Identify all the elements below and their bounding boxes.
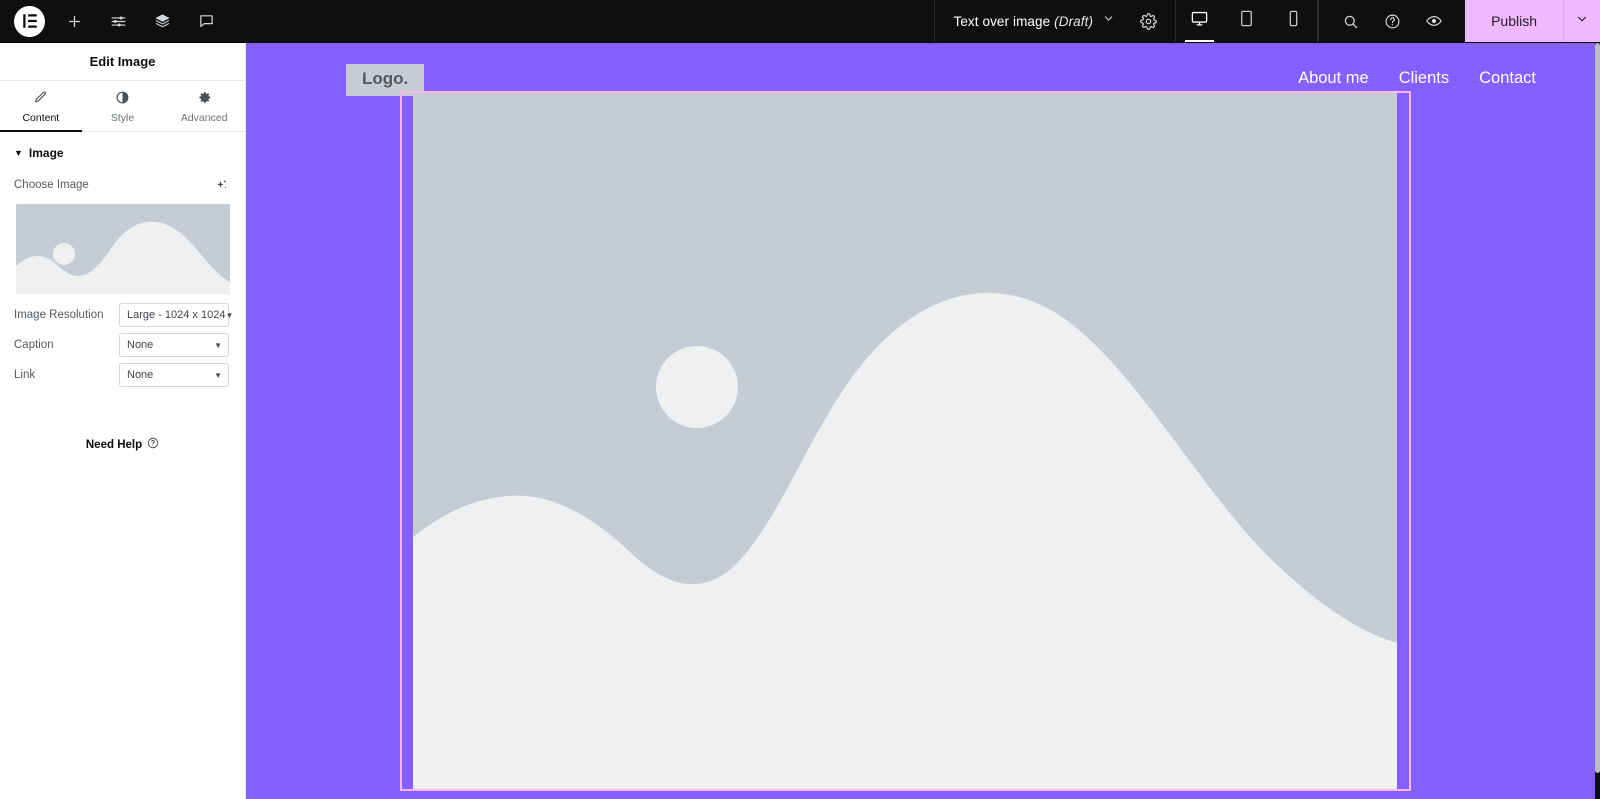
tab-content-label: Content (22, 112, 60, 124)
panel-tabs: Content Style Advanced (0, 81, 245, 132)
top-bar: Text over image (Draft) Publish (0, 0, 1600, 43)
search-icon[interactable] (1335, 6, 1365, 36)
tab-style[interactable]: Style (82, 81, 164, 131)
top-bar-center-group: Text over image (Draft) (934, 0, 1319, 42)
control-caption: Caption None ▼ (0, 330, 245, 360)
top-bar-right-group: Publish (1318, 0, 1600, 42)
caption-value: None (127, 339, 154, 351)
image-resolution-label: Image Resolution (14, 309, 104, 321)
caret-down-icon: ▼ (14, 147, 23, 158)
gear-icon (163, 90, 245, 107)
control-image-resolution: Image Resolution Large - 1024 x 1024 ▼ (0, 300, 245, 330)
section-image-header[interactable]: ▼ Image (0, 132, 245, 170)
tab-advanced-label: Advanced (180, 112, 228, 124)
image-resolution-value: Large - 1024 x 1024 (127, 309, 226, 321)
device-mobile-button[interactable] (1270, 0, 1317, 42)
elementor-editor: Text over image (Draft) Publish Edit Ima… (0, 0, 1600, 799)
chevron-down-icon: ▼ (225, 310, 234, 320)
publish-button[interactable]: Publish (1465, 0, 1563, 42)
add-element-icon[interactable] (59, 6, 89, 36)
editor-panel: Edit Image Content Style Advanced ▼ Imag… (0, 43, 246, 799)
top-bar-left-group (0, 0, 221, 42)
section-image-title: Image (28, 146, 64, 160)
image-thumbnail-wrap[interactable] (0, 200, 245, 300)
control-link: Link None ▼ (0, 360, 245, 390)
site-settings-sliders-icon[interactable] (103, 6, 133, 36)
choose-image-row: Choose Image (0, 170, 245, 200)
choose-image-label: Choose Image (14, 179, 89, 191)
top-bar-spacer (221, 0, 934, 42)
nav-item-about-me[interactable]: About me (1298, 69, 1369, 88)
desktop-icon (1190, 9, 1209, 33)
link-value: None (127, 369, 154, 381)
document-settings-button[interactable] (1129, 0, 1175, 42)
caption-label: Caption (14, 339, 54, 351)
mobile-icon (1284, 9, 1303, 33)
document-title: Text over image (Draft) (953, 13, 1094, 29)
link-select[interactable]: None ▼ (119, 363, 229, 387)
device-desktop-button[interactable] (1176, 0, 1223, 42)
link-label: Link (14, 369, 36, 381)
tab-advanced[interactable]: Advanced (163, 81, 245, 131)
device-preview-switcher (1175, 0, 1319, 42)
question-circle-icon (147, 436, 159, 454)
publish-options-button[interactable] (1563, 0, 1600, 42)
elementor-logo-icon[interactable] (14, 5, 45, 37)
canvas-scrollbar[interactable] (1595, 43, 1600, 799)
chevron-down-icon: ▼ (214, 340, 222, 350)
site-logo-text: Logo. (362, 69, 409, 88)
help-icon[interactable] (1377, 6, 1407, 36)
pencil-icon (0, 90, 82, 107)
chevron-down-icon (1575, 12, 1589, 31)
panel-title: Edit Image (89, 54, 156, 69)
top-bar-utility-icons (1318, 0, 1465, 42)
publish-group: Publish (1465, 0, 1600, 42)
gear-icon[interactable] (1133, 6, 1163, 36)
structure-layers-icon[interactable] (147, 6, 177, 36)
editor-canvas[interactable]: Logo. About me Clients Contact (246, 43, 1600, 799)
need-help-button[interactable]: Need Help (0, 436, 245, 454)
contrast-circle-icon (82, 90, 164, 107)
device-tablet-button[interactable] (1223, 0, 1270, 42)
site-nav: About me Clients Contact (1298, 69, 1536, 88)
notes-comment-icon[interactable] (191, 6, 221, 36)
document-title-group[interactable]: Text over image (Draft) (934, 0, 1129, 42)
chevron-down-icon[interactable] (1102, 12, 1115, 30)
caption-select[interactable]: None ▼ (119, 333, 229, 357)
need-help-label: Need Help (85, 439, 143, 451)
chevron-down-icon: ▼ (214, 370, 222, 380)
preview-icon[interactable] (1419, 6, 1449, 36)
image-thumbnail[interactable] (16, 204, 230, 294)
tab-content[interactable]: Content (0, 81, 82, 132)
image-resolution-select[interactable]: Large - 1024 x 1024 ▼ (119, 303, 233, 327)
ai-sparkle-icon[interactable] (215, 178, 229, 192)
tab-style-label: Style (110, 112, 135, 124)
selected-widget-outline[interactable] (400, 91, 1411, 791)
nav-item-contact[interactable]: Contact (1479, 69, 1536, 88)
nav-item-clients[interactable]: Clients (1399, 69, 1449, 88)
canvas-scrollbar-thumb[interactable] (1595, 43, 1600, 773)
tablet-icon (1237, 9, 1256, 33)
panel-header: Edit Image (0, 43, 245, 81)
document-status: (Draft) (1054, 13, 1094, 29)
